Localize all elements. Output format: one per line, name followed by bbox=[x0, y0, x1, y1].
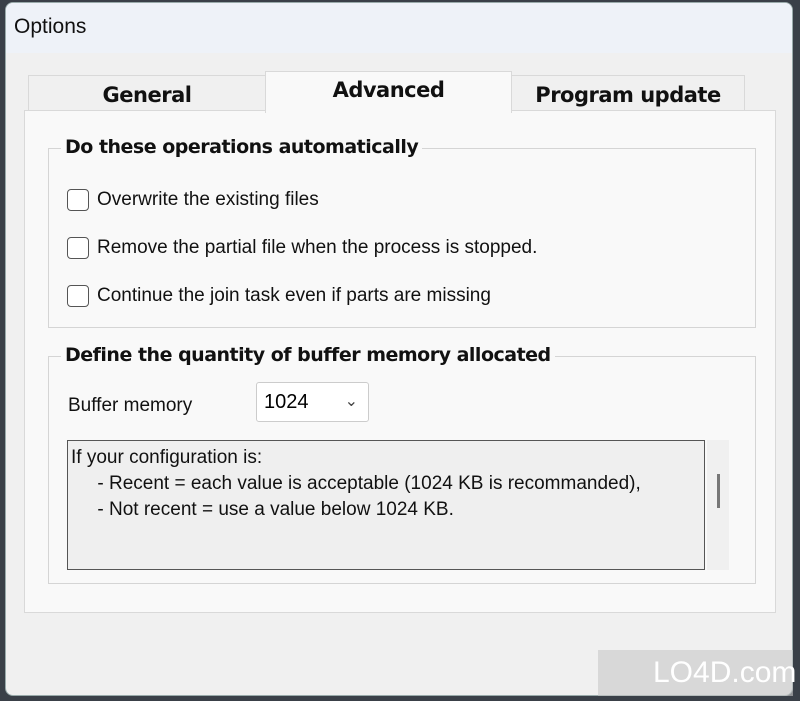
checkbox-box[interactable] bbox=[67, 189, 89, 211]
auto-operations-group: Do these operations automatically Overwr… bbox=[48, 136, 756, 328]
tab-advanced[interactable]: Advanced bbox=[265, 71, 512, 113]
checkbox-box[interactable] bbox=[67, 237, 89, 259]
remove-partial-checkbox[interactable]: Remove the partial file when the process… bbox=[67, 237, 537, 259]
buffer-memory-label: Buffer memory bbox=[68, 395, 193, 416]
tab-panel: Do these operations automatically Overwr… bbox=[24, 110, 776, 613]
overwrite-checkbox[interactable]: Overwrite the existing files bbox=[67, 189, 319, 211]
info-textbox: If your configuration is: - Recent = eac… bbox=[67, 440, 705, 570]
continue-join-checkbox[interactable]: Continue the join task even if parts are… bbox=[67, 285, 491, 307]
tab-general[interactable]: General bbox=[28, 75, 266, 111]
window-title: Options bbox=[14, 15, 87, 38]
title-bar: Options bbox=[6, 3, 792, 53]
watermark-logo: LO4D.com bbox=[598, 650, 796, 696]
options-window: Options General Advanced Program update … bbox=[5, 2, 793, 696]
group-title: Do these operations automatically bbox=[61, 136, 423, 158]
checkbox-label: Overwrite the existing files bbox=[97, 189, 319, 210]
checkbox-box[interactable] bbox=[67, 285, 89, 307]
checkbox-label: Continue the join task even if parts are… bbox=[97, 285, 491, 306]
checkbox-label: Remove the partial file when the process… bbox=[97, 237, 538, 258]
buffer-memory-select[interactable]: 1024 ⌄ bbox=[256, 382, 369, 422]
scrollbar-thumb[interactable] bbox=[717, 474, 720, 508]
chevron-down-icon: ⌄ bbox=[344, 393, 358, 410]
select-value: 1024 bbox=[264, 391, 309, 413]
group-title: Define the quantity of buffer memory all… bbox=[61, 344, 555, 366]
buffer-memory-group: Define the quantity of buffer memory all… bbox=[48, 344, 756, 584]
tab-program-update[interactable]: Program update bbox=[511, 75, 745, 111]
scrollbar[interactable] bbox=[707, 440, 729, 570]
